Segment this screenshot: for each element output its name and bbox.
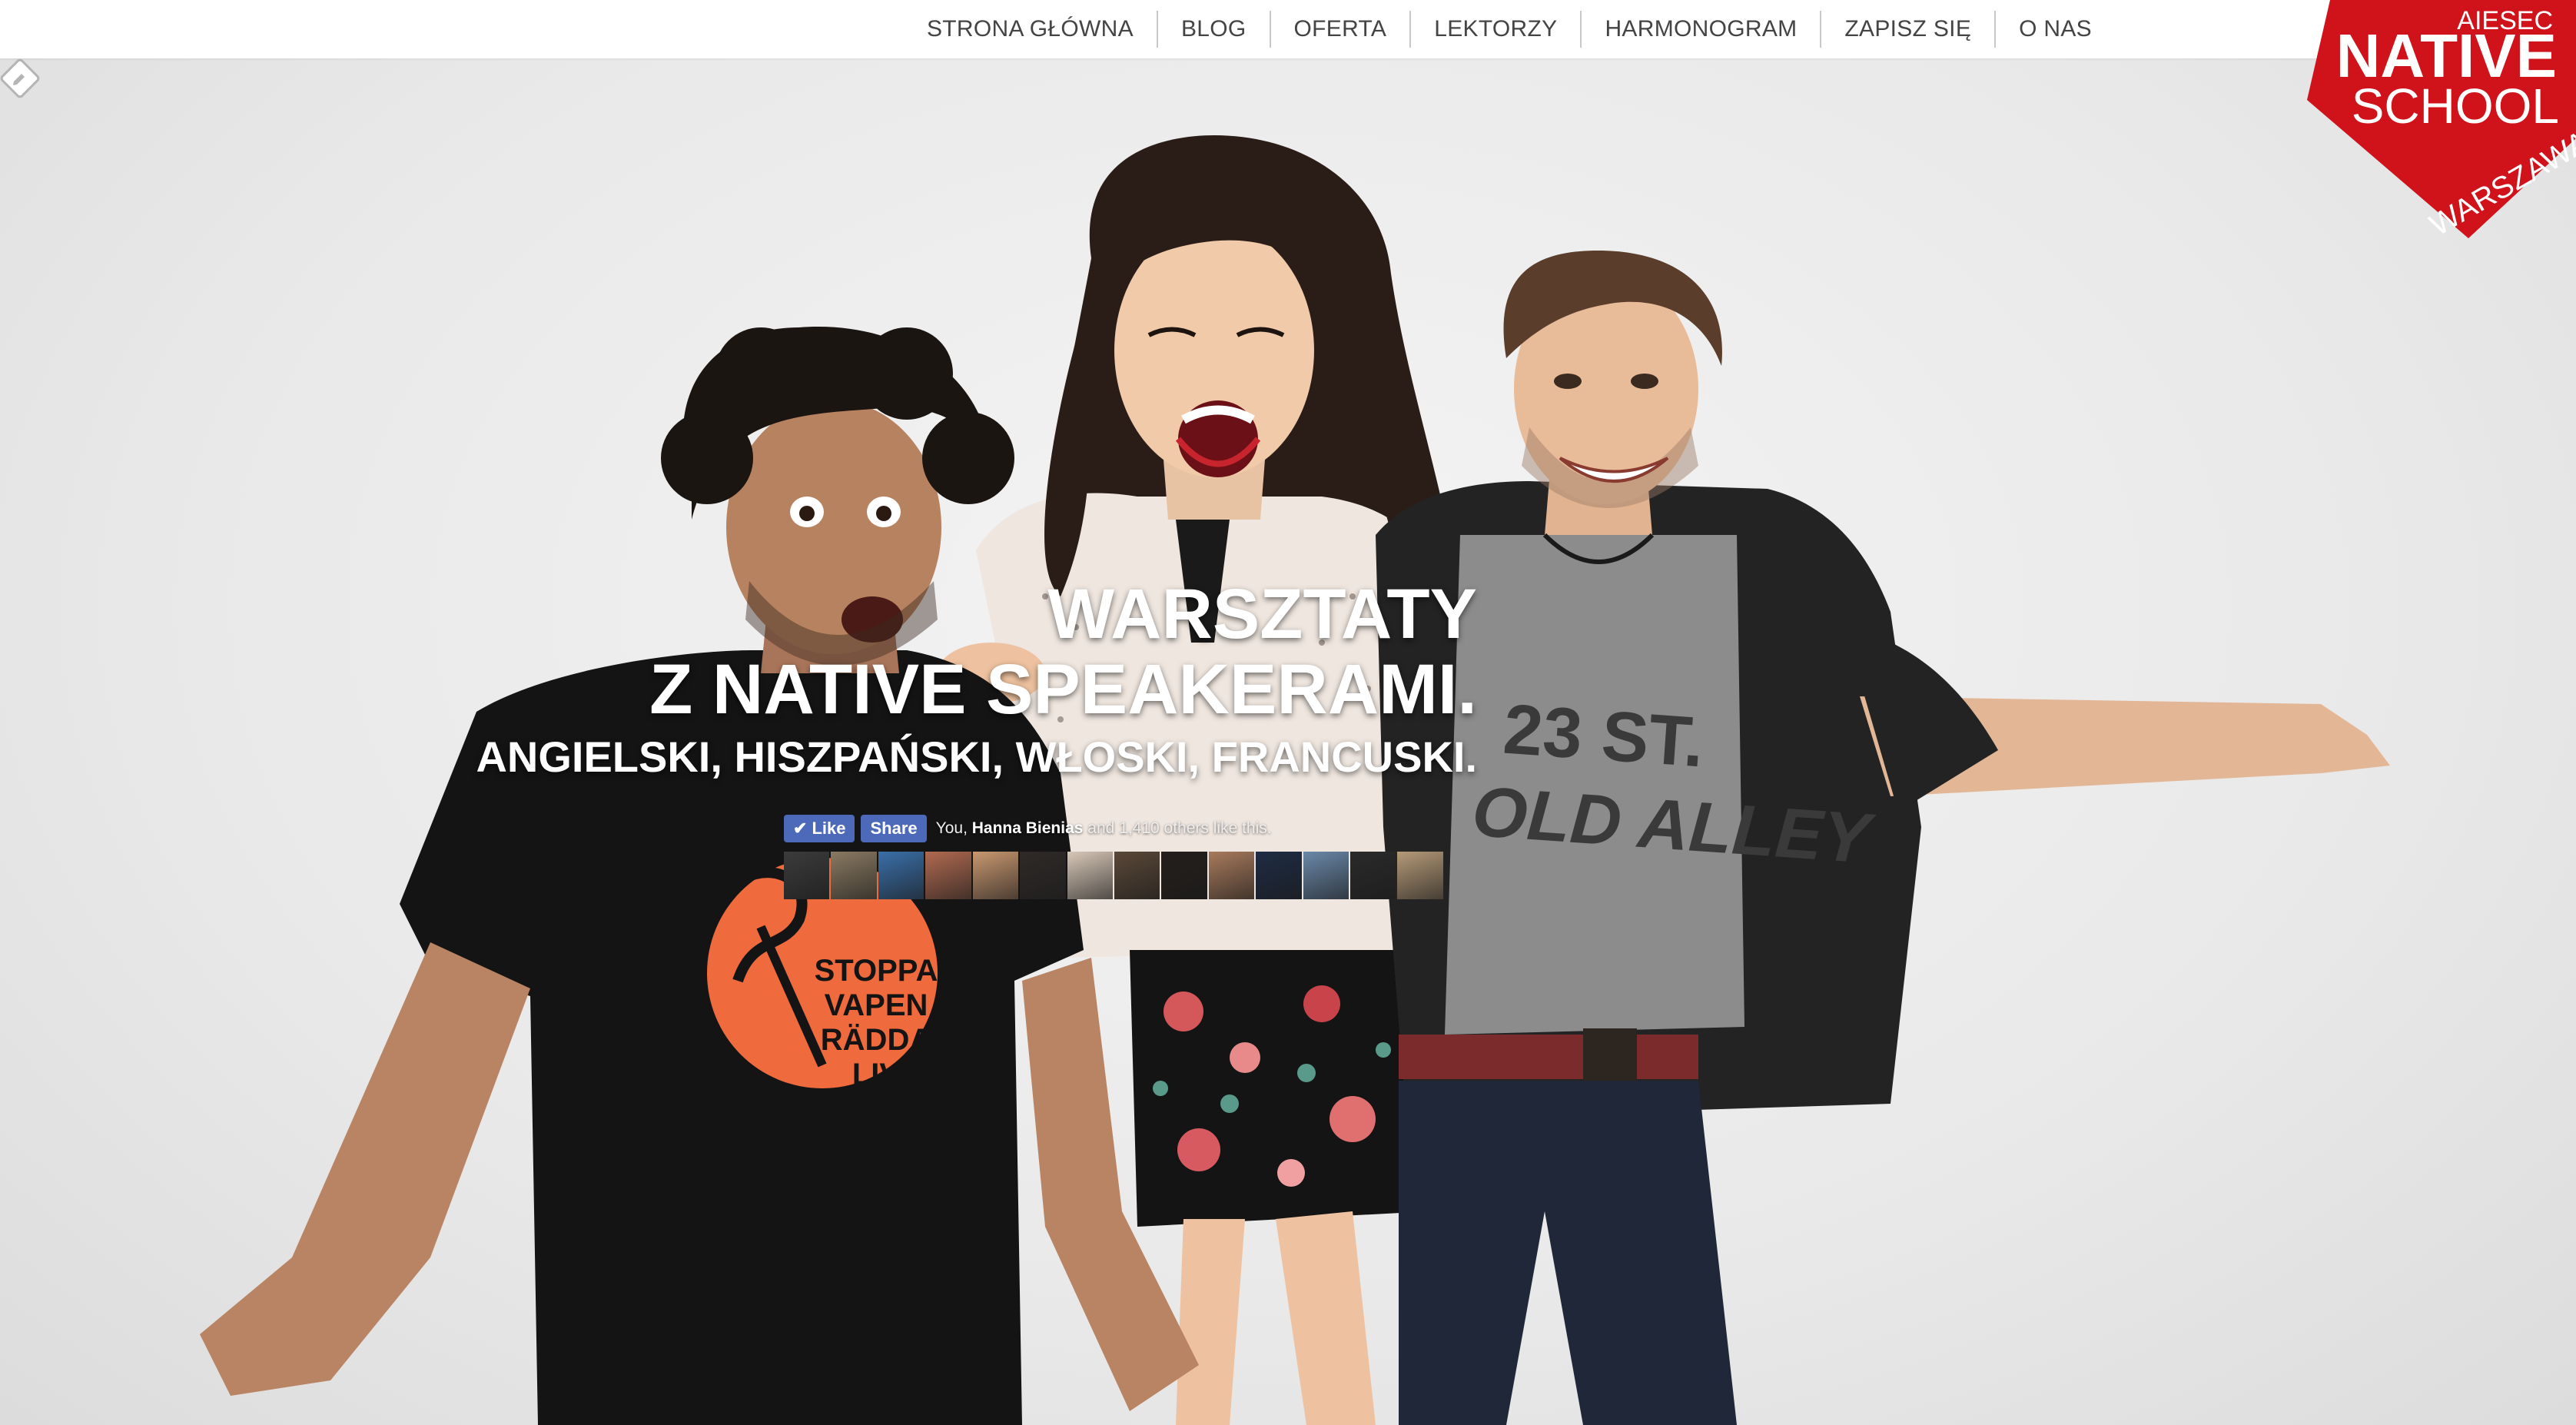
- languages-line: ANGIELSKI, HISZPAŃSKI, WŁOSKI, FRANCUSKI…: [476, 732, 1477, 781]
- fb-friend-avatar[interactable]: [878, 852, 925, 899]
- nav-schedule[interactable]: HARMONOGRAM: [1580, 11, 1820, 48]
- nav-home[interactable]: STRONA GŁÓWNA: [904, 11, 1157, 48]
- top-navigation-bar: STRONA GŁÓWNA BLOG OFERTA LEKTORZY HARMO…: [0, 0, 2576, 58]
- nav-signup[interactable]: ZAPISZ SIĘ: [1820, 11, 1994, 48]
- fb-friend-avatar[interactable]: [1208, 852, 1255, 899]
- nav-blog[interactable]: BLOG: [1156, 11, 1270, 48]
- fb-friend-avatar[interactable]: [1256, 852, 1302, 899]
- fb-like-button[interactable]: ✔ Like: [784, 815, 855, 842]
- fb-friend-avatar[interactable]: [1161, 852, 1207, 899]
- fb-share-label: Share: [870, 819, 918, 838]
- logo-graphic: AIESEC NATIVE SCHOOL WARSZAWA: [2307, 0, 2576, 238]
- headline-line-2: Z NATIVE SPEAKERAMI.: [649, 650, 1477, 729]
- fb-friend-avatar[interactable]: [784, 852, 830, 899]
- fb-friend-avatar[interactable]: [1067, 852, 1113, 899]
- hero-headline: WARSZTATY Z NATIVE SPEAKERAMI. ANGIELSKI…: [476, 576, 1477, 787]
- shirt-line1: STOPPA: [815, 954, 938, 988]
- fb-friend-avatar[interactable]: [925, 852, 971, 899]
- shirt2-line1: 23 ST.: [1501, 690, 1706, 782]
- fb-friend-faces: [784, 852, 1445, 899]
- nav-teachers[interactable]: LEKTORZY: [1409, 11, 1580, 48]
- hero-photo: 23 ST. OLD ALLEY STOPPA VAPEN RÄDDA LIV …: [0, 58, 2576, 1425]
- fb-text-prefix: You,: [935, 819, 972, 837]
- facebook-like-box: ✔ Like Share You, Hanna Bienias and 1,41…: [784, 813, 1445, 899]
- native-school-logo[interactable]: AIESEC NATIVE SCHOOL WARSZAWA: [2269, 0, 2576, 238]
- headline-line-1: WARSZTATY: [1047, 575, 1477, 653]
- fb-like-label: Like: [812, 819, 846, 838]
- logo-school: SCHOOL: [2352, 78, 2559, 134]
- fb-friend-avatar[interactable]: [1303, 852, 1349, 899]
- check-icon: ✔: [793, 819, 808, 838]
- main-nav: STRONA GŁÓWNA BLOG OFERTA LEKTORZY HARMO…: [904, 0, 2115, 58]
- fb-friend-avatar[interactable]: [972, 852, 1019, 899]
- shirt-line2: VAPEN: [825, 988, 928, 1022]
- fb-friend-avatar[interactable]: [1350, 852, 1396, 899]
- nav-offer[interactable]: OFERTA: [1269, 11, 1410, 48]
- fb-friend-avatar[interactable]: [1114, 852, 1160, 899]
- pen-icon[interactable]: [0, 58, 40, 98]
- fb-friend-avatar[interactable]: [1020, 852, 1066, 899]
- fb-friend-avatar[interactable]: [1397, 852, 1443, 899]
- shirt-line4: LIV: [852, 1058, 901, 1091]
- fb-like-count-text: You, Hanna Bienias and 1,410 others like…: [936, 819, 1272, 838]
- fb-share-button[interactable]: Share: [861, 815, 927, 842]
- fb-friend-name[interactable]: Hanna Bienias: [972, 819, 1084, 837]
- fb-friend-avatar[interactable]: [831, 852, 877, 899]
- person-right: 23 ST. OLD ALLEY: [1376, 251, 2390, 1425]
- fb-text-suffix: and 1,410 others like this.: [1083, 819, 1272, 837]
- nav-about[interactable]: O NAS: [1994, 11, 2115, 48]
- shirt-line3: RÄDDA: [821, 1023, 931, 1057]
